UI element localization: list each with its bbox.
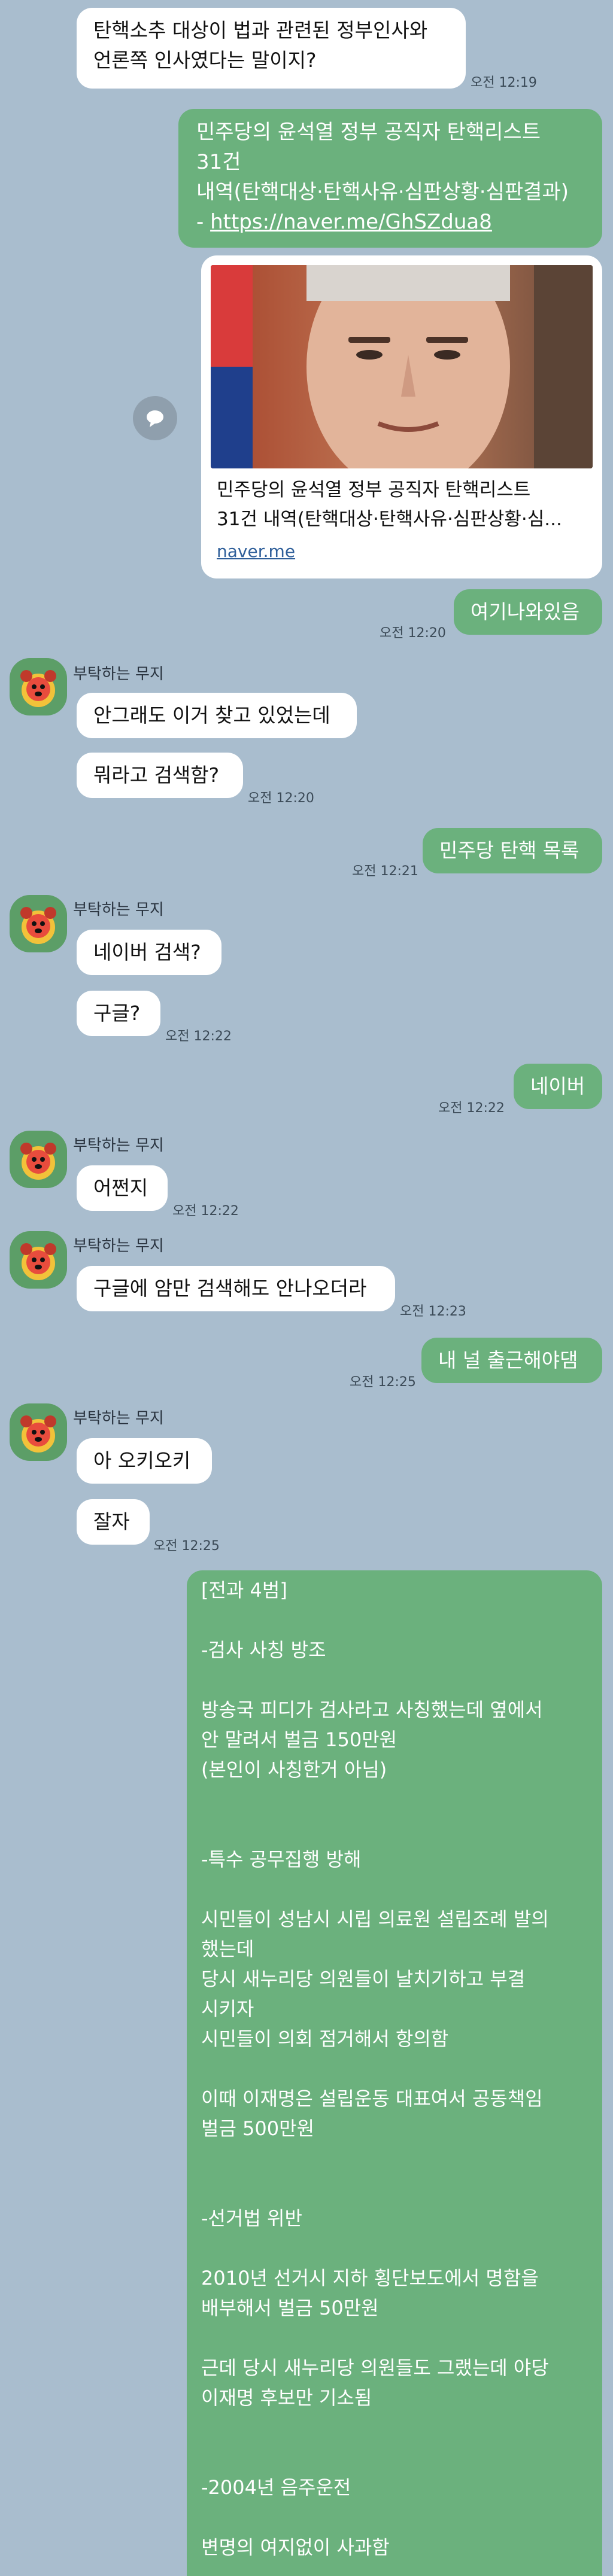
message-timestamp: 오전 12:22 (165, 1029, 232, 1044)
message-bubble-outgoing[interactable]: 내 널 출근해야댐 (421, 1338, 602, 1383)
link-preview-image (211, 265, 593, 468)
message-bubble-outgoing[interactable]: 여기나와있음 (454, 589, 602, 635)
message-timestamp: 오전 12:23 (400, 1304, 466, 1319)
message-bubble-outgoing[interactable]: 민주당의 윤석열 정부 공직자 탄핵리스트 31건 내역(탄핵대상·탄핵사유·심… (178, 109, 602, 248)
message-timestamp: 오전 12:22 (438, 1101, 505, 1116)
message-line: - https://naver.me/GhSZdua8 (196, 210, 492, 234)
muji-character-icon (20, 907, 56, 944)
avatar[interactable] (10, 895, 67, 952)
muji-character-icon (20, 1415, 56, 1453)
message-bubble-incoming[interactable]: 어쩐지 (77, 1165, 168, 1211)
share-button[interactable] (133, 396, 177, 440)
message-timestamp: 오전 12:22 (172, 1204, 239, 1219)
message-link[interactable]: https://naver.me/GhSZdua8 (210, 210, 492, 234)
message-timestamp: 오전 12:20 (248, 791, 314, 806)
message-bubble-incoming[interactable]: 구글? (77, 991, 160, 1036)
avatar[interactable] (10, 1131, 67, 1188)
share-icon (147, 410, 163, 427)
message-line: 31건 (196, 150, 241, 174)
muji-character-icon (20, 1243, 56, 1280)
avatar[interactable] (10, 1403, 67, 1461)
message-bubble-incoming[interactable]: 탄핵소추 대상이 법과 관련된 정부인사와 언론쪽 인사였다는 말이지? (77, 8, 466, 89)
sender-name: 부탁하는 무지 (73, 1409, 164, 1427)
message-bubble-incoming[interactable]: 네이버 검색? (77, 930, 221, 975)
message-bubble-incoming[interactable]: 안그래도 이거 찾고 있었는데 (77, 693, 357, 738)
link-preview-title: 민주당의 윤석열 정부 공직자 탄핵리스트 31건 내역(탄핵대상·탄핵사유·심… (217, 479, 562, 530)
message-bubble-outgoing[interactable]: 네이버 (514, 1064, 602, 1109)
message-line: 내역(탄핵대상·탄핵사유·심판상황·심판결과) (196, 180, 569, 204)
message-bubble-incoming[interactable]: 아 오키오키 (77, 1438, 212, 1484)
link-preview-card[interactable]: 민주당의 윤석열 정부 공직자 탄핵리스트 31건 내역(탄핵대상·탄핵사유·심… (201, 255, 602, 578)
message-bubble-incoming[interactable]: 잘자 (77, 1499, 150, 1545)
message-timestamp: 오전 12:25 (153, 1539, 220, 1554)
avatar[interactable] (10, 1231, 67, 1289)
sender-name: 부탁하는 무지 (73, 1237, 164, 1255)
message-timestamp: 오전 12:25 (350, 1375, 416, 1390)
sender-name: 부탁하는 무지 (73, 901, 164, 919)
message-timestamp: 오전 12:20 (380, 626, 446, 641)
message-bubble-outgoing[interactable]: [전과 4범] -검사 사칭 방조 방송국 피디가 검사라고 사칭했는데 옆에서… (187, 1570, 602, 2576)
message-bubble-outgoing[interactable]: 민주당 탄핵 목록 (423, 828, 602, 873)
sender-name: 부탁하는 무지 (73, 1137, 164, 1155)
message-timestamp: 오전 12:21 (352, 864, 418, 879)
message-line: 민주당의 윤석열 정부 공직자 탄핵리스트 (196, 120, 541, 144)
muji-character-icon (20, 670, 56, 707)
sender-name: 부탁하는 무지 (73, 665, 164, 683)
muji-character-icon (20, 1143, 56, 1180)
link-preview-domain[interactable]: naver.me (217, 541, 295, 561)
message-timestamp: 오전 12:19 (471, 75, 537, 90)
avatar[interactable] (10, 658, 67, 715)
message-bubble-incoming[interactable]: 구글에 암만 검색해도 안나오더라 (77, 1266, 395, 1311)
message-bubble-incoming[interactable]: 뭐라고 검색함? (77, 753, 243, 798)
